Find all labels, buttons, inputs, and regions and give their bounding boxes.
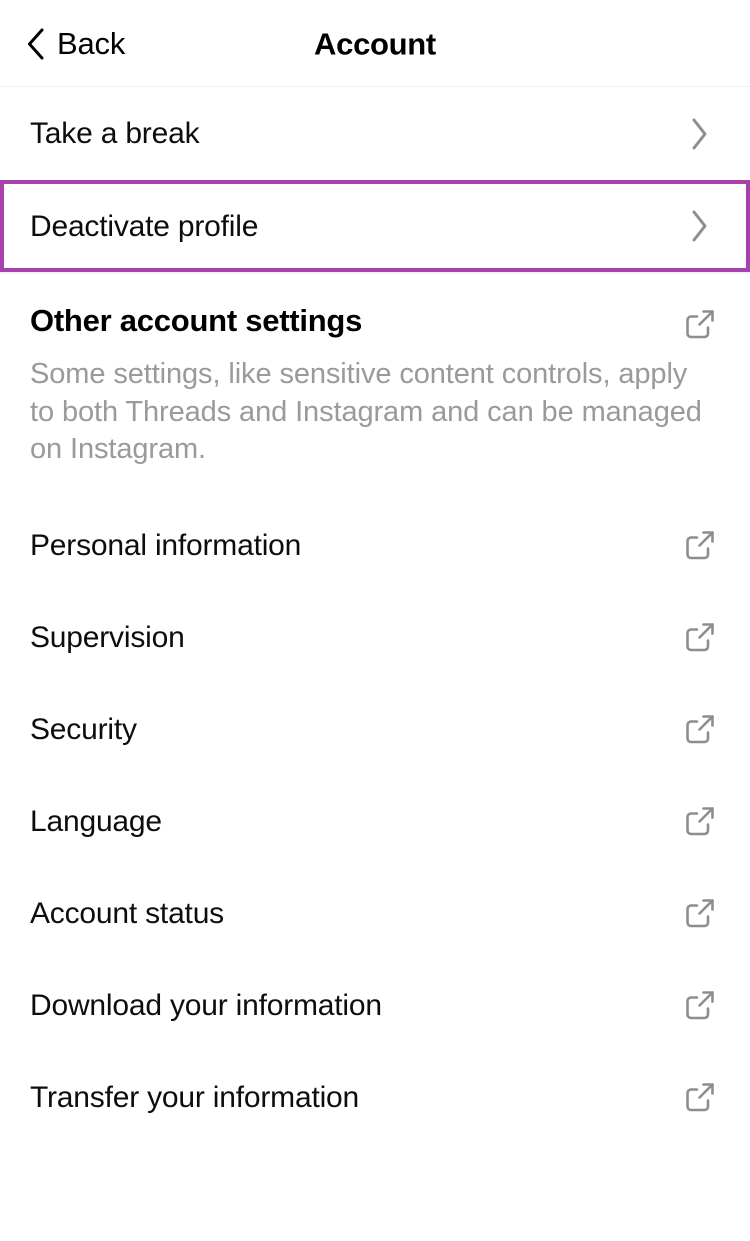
link-row-download-your-information[interactable]: Download your information (0, 959, 750, 1052)
app-header: Back Account (0, 0, 750, 88)
other-account-settings-header[interactable]: Other account settings (0, 274, 750, 340)
chevron-right-icon (689, 209, 720, 243)
chevron-right-icon (689, 117, 720, 151)
external-link-icon (684, 713, 720, 745)
external-settings-list: Personal information Supervision Securit… (0, 499, 750, 1144)
link-row-label: Download your information (30, 988, 382, 1022)
external-link-icon (684, 897, 720, 929)
link-row-security[interactable]: Security (0, 683, 750, 776)
external-link-icon (684, 989, 720, 1021)
section-description: Some settings, like sensitive content co… (30, 358, 702, 466)
link-row-label: Transfer your information (30, 1080, 360, 1114)
link-row-transfer-your-information[interactable]: Transfer your information (0, 1051, 750, 1144)
link-row-supervision[interactable]: Supervision (0, 591, 750, 684)
link-row-label: Account status (30, 896, 224, 930)
link-row-personal-information[interactable]: Personal information (0, 499, 750, 592)
link-row-label: Language (30, 804, 162, 838)
nav-row-deactivate-profile[interactable]: Deactivate profile (0, 180, 750, 272)
nav-row-label: Take a break (30, 117, 200, 150)
external-link-icon[interactable] (684, 304, 720, 340)
link-row-label: Supervision (30, 620, 185, 654)
nav-row-label: Deactivate profile (30, 209, 259, 243)
link-row-label: Personal information (30, 528, 302, 562)
external-link-icon (684, 1081, 720, 1113)
external-link-icon (684, 529, 720, 561)
nav-row-take-a-break[interactable]: Take a break (0, 87, 750, 180)
page-title: Account (314, 26, 436, 61)
link-row-account-status[interactable]: Account status (0, 867, 750, 960)
external-link-icon (684, 805, 720, 837)
section-title: Other account settings (30, 303, 363, 338)
external-link-icon (684, 621, 720, 653)
link-row-language[interactable]: Language (0, 775, 750, 868)
link-row-label: Security (30, 712, 137, 746)
